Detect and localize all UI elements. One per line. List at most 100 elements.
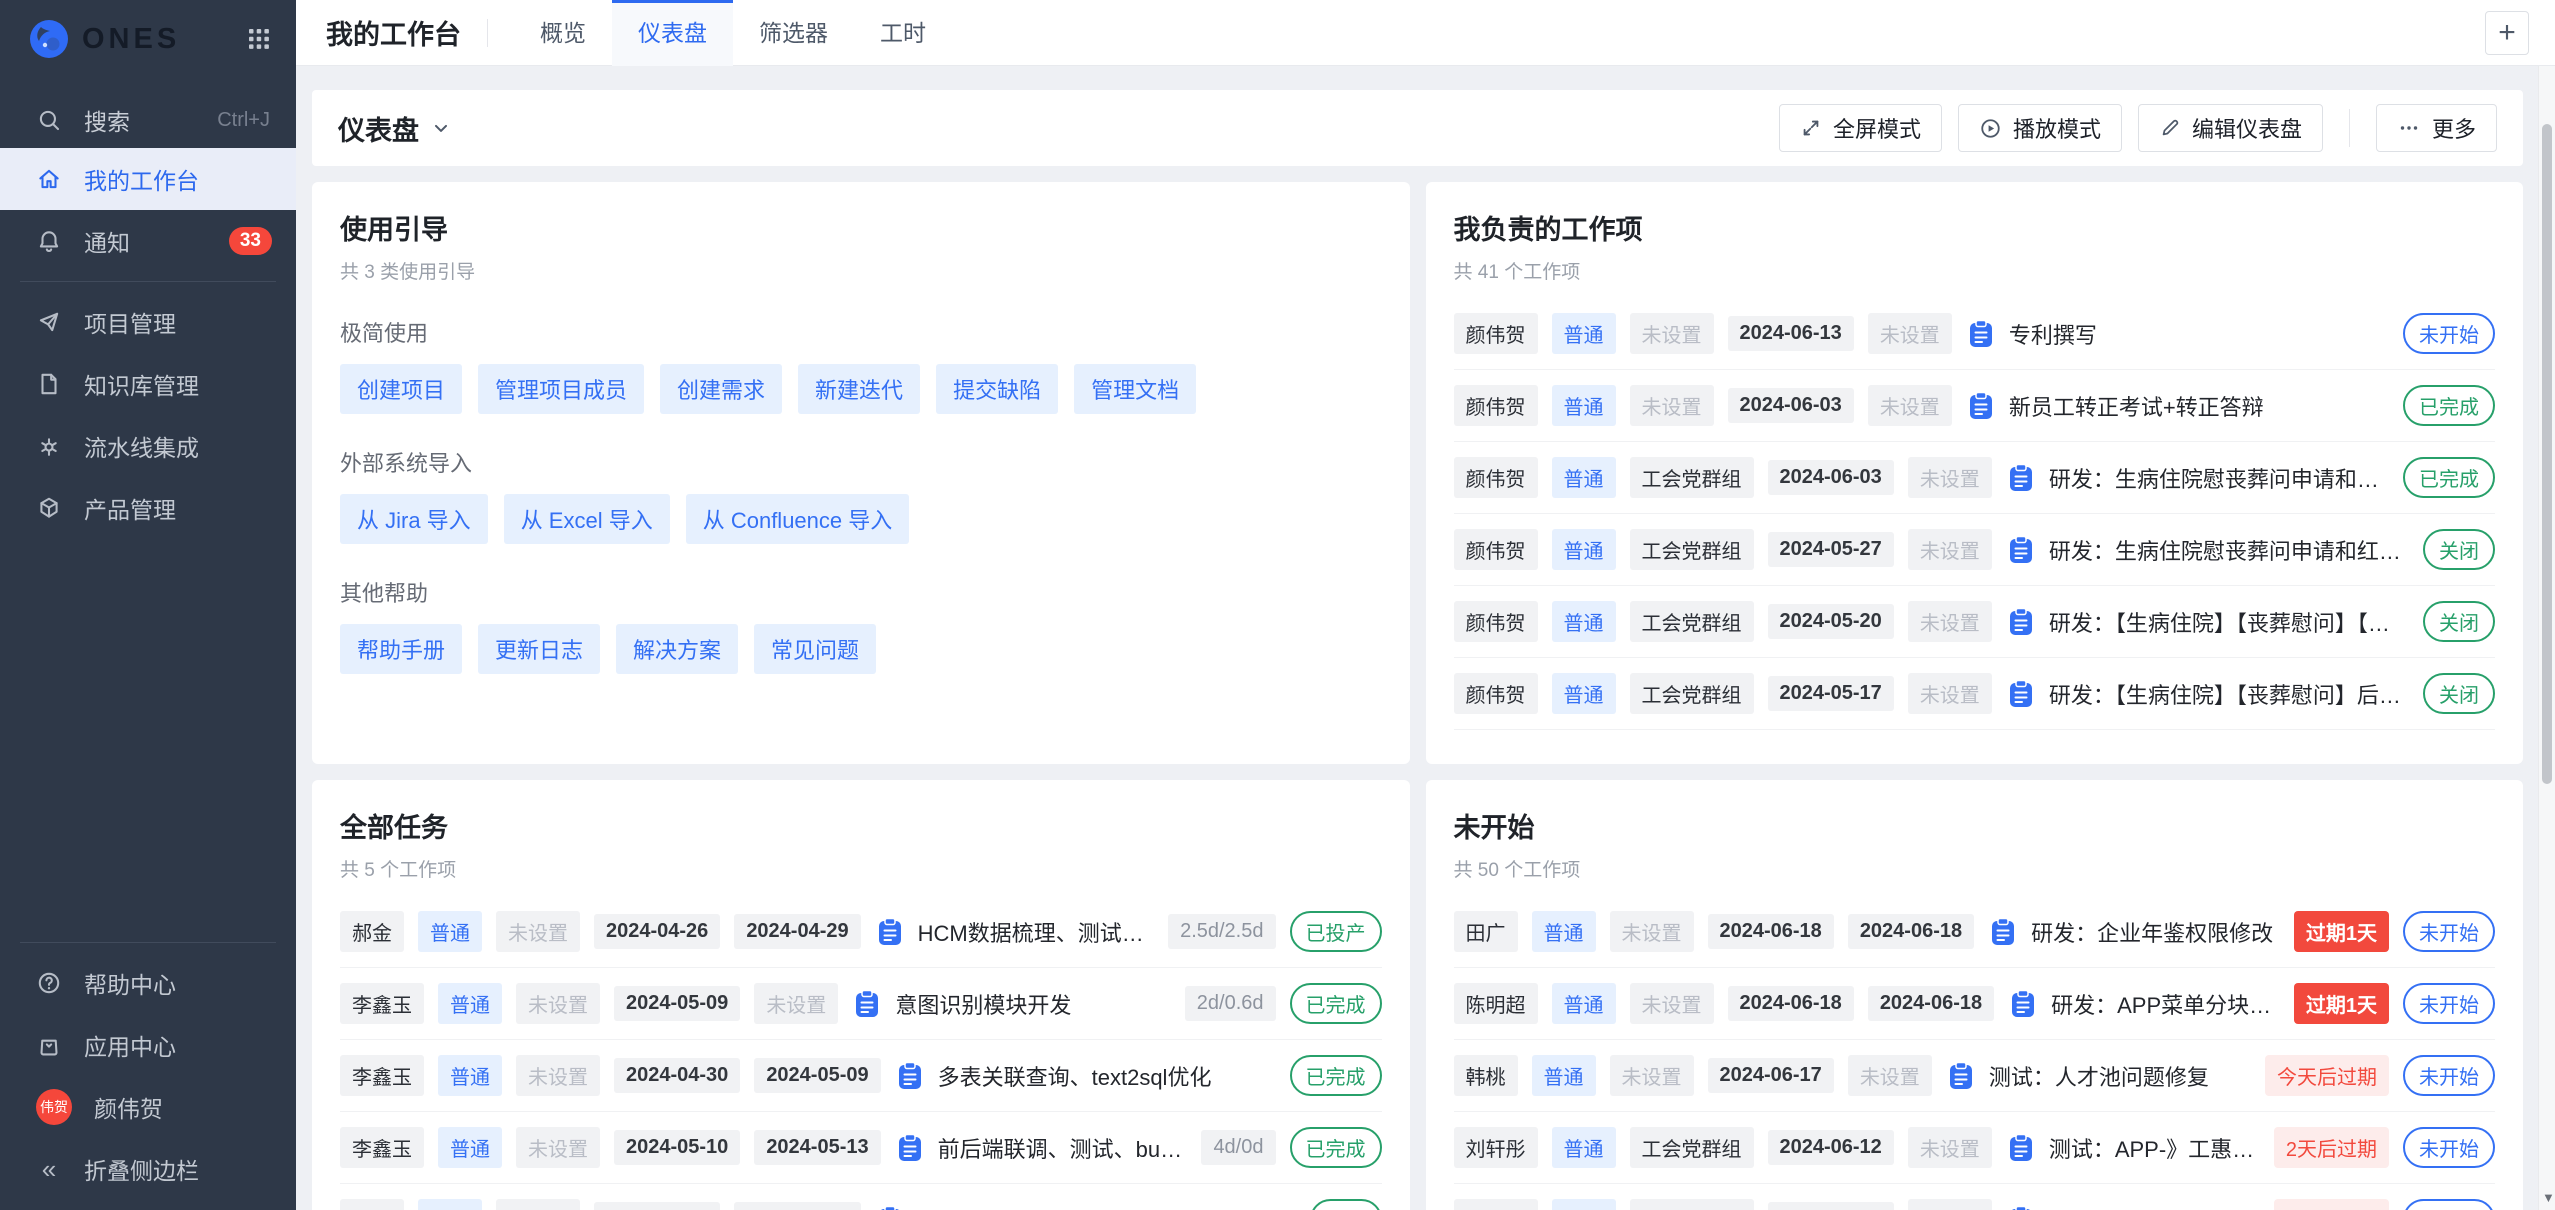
guide-link-chip[interactable]: 常见问题 [754,624,876,674]
search-bar[interactable]: 搜索 Ctrl+J [0,98,296,142]
work-item-row[interactable]: 颜伟贺普通未设置2024-06-03未设置新员工转正考试+转正答辩已完成 [1454,370,2496,442]
overdue-badge: 今天后过期 [2265,1055,2389,1096]
tab-dashboard[interactable]: 仪表盘 [612,0,733,66]
status-pill[interactable]: 未开始 [2403,911,2495,952]
work-item-row[interactable]: 颜伟贺普通工会党群组2024-05-27未设置研发：生病住院慰丧葬问申请和红娘奖… [1454,514,2496,586]
work-item-row[interactable]: 刘轩彤普通工会党群组2024-06-13未设置测试：工会管理-》工惠e家-》…2… [1454,1184,2496,1210]
work-item-row[interactable]: 颜伟贺普通工会党群组2024-06-03未设置研发：生病住院慰丧葬问申请和红娘奖… [1454,442,2496,514]
status-pill[interactable]: 已完成 [1290,983,1382,1024]
sidebar-item-wiki-management[interactable]: 知识库管理 [0,353,296,415]
guide-link-chip[interactable]: 从 Confluence 导入 [686,494,910,544]
guide-link-chip[interactable]: 提交缺陷 [936,364,1058,414]
status-pill[interactable]: 已完成 [1290,1055,1382,1096]
work-item-title[interactable]: 研发：企业年鉴权限修改 [2031,916,2278,948]
sidebar-item-my-workspace[interactable]: 我的工作台 [0,148,296,210]
work-item-title[interactable]: 研发：【生病住院】【丧葬慰问】后端研发 [2049,678,2407,710]
dashboard-title-dropdown[interactable]: 仪表盘 [338,109,451,148]
work-item-title[interactable]: 多表关联查询、text2sql优化 [938,1060,1274,1092]
work-item-title[interactable]: 研发：【生病住院】【丧葬慰问】【红娘奖】 [2049,606,2407,638]
fullscreen-button[interactable]: 全屏模式 [1779,104,1942,152]
work-item-title[interactable]: 研发：生病住院慰丧葬问申请和红娘奖申请… [2049,462,2387,494]
ones-logo-icon [28,18,70,60]
guide-link-chip[interactable]: 创建项目 [340,364,462,414]
clipboard-task-icon [1946,1061,1976,1091]
guide-link-chip[interactable]: 新建迭代 [798,364,920,414]
page-scrollbar[interactable]: ▼ [2538,66,2555,1210]
guide-link-chip[interactable]: 管理文档 [1074,364,1196,414]
work-item-title[interactable]: 测试：人才池问题修复 [1989,1060,2249,1092]
work-item-row[interactable]: 李鑫玉普通未设置2024-04-302024-05-09多表关联查询、text2… [340,1040,1382,1112]
work-item-title[interactable]: 前后端联调、测试、bug优化 [938,1132,1186,1164]
scrollbar-thumb[interactable] [2542,124,2552,784]
end-date-tag: 未设置 [1908,673,1992,714]
sidebar-item-app-center[interactable]: 应用中心 [0,1014,296,1076]
end-date-tag: 未设置 [1908,601,1992,642]
work-item-title[interactable]: HCM数据梳理、测试数据整理 [918,916,1152,948]
bell-icon [36,228,62,254]
add-tab-button[interactable]: + [2485,11,2529,55]
work-item-row[interactable]: 韩桃普通未设置2024-06-17未设置测试：人才池问题修复今天后过期未开始 [1454,1040,2496,1112]
status-pill[interactable]: 关闭 [2423,601,2495,642]
play-mode-button[interactable]: 播放模式 [1958,104,2122,152]
work-item-title[interactable]: 专利撰写 [2009,318,2387,350]
work-item-row[interactable]: 颜伟贺普通工会党群组2024-05-17未设置研发：【生病住院】【丧葬慰问】后端… [1454,658,2496,730]
search-shortcut: Ctrl+J [217,109,270,132]
work-item-row[interactable]: 颜伟贺普通未设置2024-06-13未设置专利撰写未开始 [1454,298,2496,370]
work-item-row[interactable]: 郝金普通未设置2024-04-262024-04-29HCM数据梳理、测试数据整… [340,896,1382,968]
status-pill[interactable]: 未开始 [2403,313,2495,354]
edit-dashboard-button[interactable]: 编辑仪表盘 [2138,104,2323,152]
sidebar-item-project-management[interactable]: 项目管理 [0,291,296,353]
guide-link-chip[interactable]: 管理项目成员 [478,364,644,414]
status-pill[interactable]: 已投产 [1290,911,1382,952]
work-item-row[interactable]: 田广普通未设置2024-06-182024-06-18研发：企业年鉴权限修改过期… [1454,896,2496,968]
guide-link-chip[interactable]: 创建需求 [660,364,782,414]
work-item-title[interactable]: 前端页面开发、接口对接 [918,1204,1294,1210]
status-pill[interactable]: 未开始 [2403,1055,2495,1096]
work-item-title[interactable]: 研发：生病住院慰丧葬问申请和红娘奖申请审… [2049,534,2407,566]
work-item-row[interactable]: 颜伟贺普通工会党群组2024-05-20未设置研发：【生病住院】【丧葬慰问】【红… [1454,586,2496,658]
more-button[interactable]: 更多 [2376,104,2497,152]
start-date-tag: 2024-04-28 [594,1202,720,1210]
sidebar-item-collapse[interactable]: « 折叠侧边栏 [0,1138,296,1200]
work-item-title[interactable]: 意图识别模块开发 [895,988,1168,1020]
work-item-row[interactable]: 郝金普通未设置2024-04-282024-05-10前端页面开发、接口对接关闭 [340,1184,1382,1210]
guide-link-chip[interactable]: 更新日志 [478,624,600,674]
scrollbar-down-arrow[interactable]: ▼ [2542,1190,2552,1205]
work-item-list: 颜伟贺普通未设置2024-06-13未设置专利撰写未开始颜伟贺普通未设置2024… [1454,298,2496,730]
status-pill[interactable]: 已完成 [2403,385,2495,426]
guide-link-chip[interactable]: 从 Jira 导入 [340,494,488,544]
chevron-down-icon [431,118,451,138]
status-pill[interactable]: 已完成 [2403,457,2495,498]
assignee-tag: 颜伟贺 [1454,385,1538,426]
apps-grid-icon[interactable] [246,26,272,52]
overdue-badge: 过期1天 [2294,911,2389,952]
status-pill[interactable]: 关闭 [1310,1199,1382,1210]
tab-overview[interactable]: 概览 [514,0,612,66]
card-title: 使用引导 [340,208,1382,247]
status-pill[interactable]: 未开始 [2403,1127,2495,1168]
sidebar-item-help-center[interactable]: 帮助中心 [0,952,296,1014]
assignee-tag: 田广 [1454,911,1518,952]
guide-link-chip[interactable]: 解决方案 [616,624,738,674]
work-item-title[interactable]: 测试：APP-》工惠e家-》工会… [2049,1132,2258,1164]
tab-filters[interactable]: 筛选器 [733,0,854,66]
status-pill[interactable]: 未开始 [2403,1199,2495,1210]
status-pill[interactable]: 已完成 [1290,1127,1382,1168]
sidebar-item-pipeline-integration[interactable]: 流水线集成 [0,415,296,477]
sidebar-item-product-management[interactable]: 产品管理 [0,477,296,539]
work-item-title[interactable]: 新员工转正考试+转正答辩 [2009,390,2387,422]
work-item-row[interactable]: 李鑫玉普通未设置2024-05-102024-05-13前后端联调、测试、bug… [340,1112,1382,1184]
status-pill[interactable]: 未开始 [2403,983,2495,1024]
work-item-title[interactable]: 测试：工会管理-》工惠e家-》… [2049,1204,2258,1210]
work-item-row[interactable]: 李鑫玉普通未设置2024-05-09未设置意图识别模块开发2d/0.6d已完成 [340,968,1382,1040]
guide-link-chip[interactable]: 帮助手册 [340,624,462,674]
status-pill[interactable]: 关闭 [2423,673,2495,714]
work-item-row[interactable]: 陈明超普通未设置2024-06-182024-06-18研发：APP菜单分块展示… [1454,968,2496,1040]
sidebar-item-user[interactable]: 伟贺 颜伟贺 [0,1076,296,1138]
status-pill[interactable]: 关闭 [2423,529,2495,570]
guide-link-chip[interactable]: 从 Excel 导入 [504,494,670,544]
tab-worktime[interactable]: 工时 [854,0,952,66]
work-item-row[interactable]: 刘轩彤普通工会党群组2024-06-12未设置测试：APP-》工惠e家-》工会…… [1454,1112,2496,1184]
work-item-title[interactable]: 研发：APP菜单分块展示研发中… [2051,988,2278,1020]
sidebar-item-notifications[interactable]: 通知 33 [0,210,296,272]
